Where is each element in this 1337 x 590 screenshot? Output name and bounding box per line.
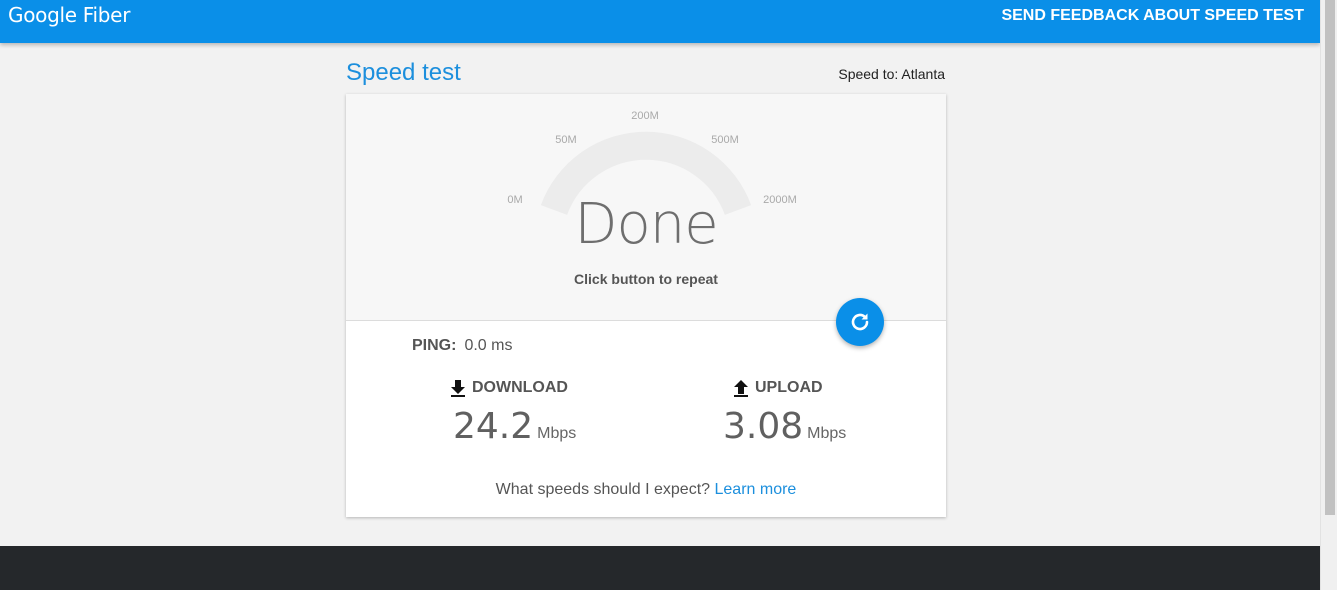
refresh-icon (851, 313, 869, 331)
scrollbar-thumb[interactable] (1325, 0, 1335, 515)
ping-result: PING: 0.0 ms (412, 337, 512, 355)
upload-value: 3.08 (723, 406, 804, 447)
expected-speeds-question: What speeds should I expect? (495, 481, 711, 498)
upload-result: 3.08 Mbps (723, 406, 846, 447)
learn-more-link[interactable]: Learn more (714, 481, 796, 498)
gauge-tick-500: 500M (711, 134, 739, 146)
download-result: 24.2 Mbps (453, 406, 576, 447)
speed-test-card: 0M 50M 200M 500M 2000M Done Click button… (346, 94, 946, 517)
gauge-tick-50: 50M (555, 134, 577, 146)
test-status: Done (574, 192, 718, 257)
upload-unit: Mbps (807, 425, 847, 442)
top-app-bar: Google Fiber SEND FEEDBACK ABOUT SPEED T… (0, 0, 1320, 43)
download-unit: Mbps (537, 425, 577, 442)
ping-label: PING: (412, 337, 457, 354)
download-value: 24.2 (453, 406, 534, 447)
ping-value: 0.0 ms (464, 337, 513, 354)
page-footer (0, 546, 1320, 590)
expected-speeds-info: What speeds should I expect? Learn more (496, 481, 797, 499)
repeat-hint: Click button to repeat (574, 271, 718, 287)
upload-label: UPLOAD (755, 379, 823, 396)
upload-header: UPLOAD (733, 379, 823, 397)
gauge-tick-0: 0M (507, 194, 523, 206)
send-feedback-link[interactable]: SEND FEEDBACK ABOUT SPEED TEST (1001, 7, 1304, 25)
speed-gauge: 0M 50M 200M 500M 2000M Done Click button… (346, 94, 946, 321)
page-title: Speed test (346, 59, 461, 86)
google-fiber-logo[interactable]: Google Fiber (8, 3, 130, 27)
page-scrollbar[interactable] (1320, 0, 1337, 590)
server-location: Speed to: Atlanta (838, 66, 945, 82)
download-icon (451, 380, 465, 397)
download-label: DOWNLOAD (472, 379, 568, 396)
repeat-test-button[interactable] (836, 298, 884, 346)
upload-icon (734, 380, 748, 397)
gauge-tick-2000: 2000M (763, 194, 797, 206)
download-header: DOWNLOAD (450, 379, 568, 397)
gauge-tick-200: 200M (631, 110, 659, 122)
